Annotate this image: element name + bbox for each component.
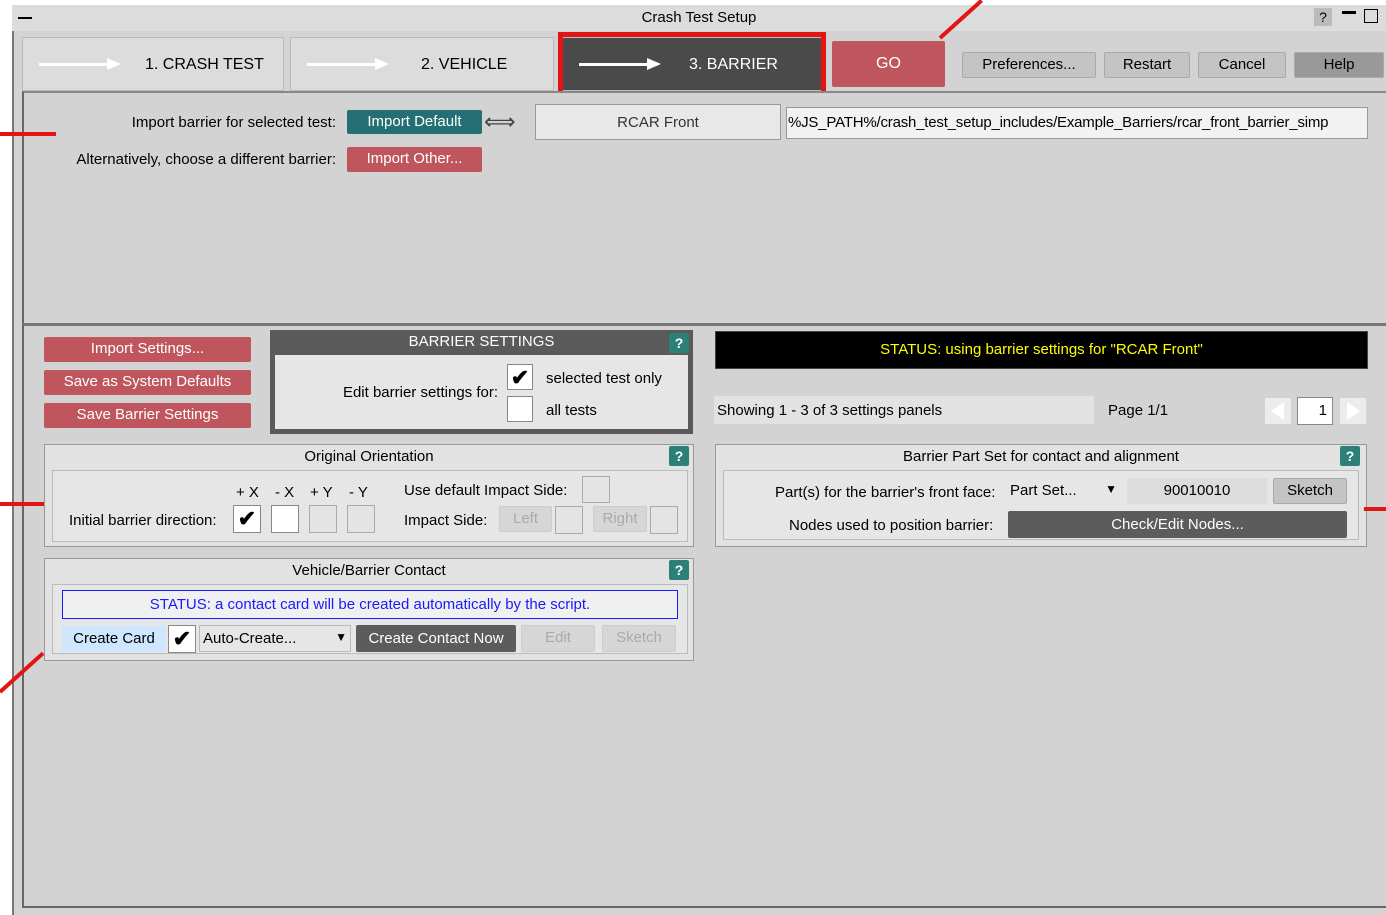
dir-label-nx: - X [275,484,295,501]
showing-panels-text: Showing 1 - 3 of 3 settings panels [717,402,943,419]
help-question-icon[interactable]: ? [1314,8,1332,26]
dir-py-checkbox[interactable] [309,505,337,533]
help-icon[interactable]: ? [1340,446,1360,466]
contact-edit-button[interactable]: Edit [521,625,595,652]
nodes-label: Nodes used to position barrier: [789,517,994,534]
right-checkbox[interactable] [650,506,678,534]
check-edit-nodes-button[interactable]: Check/Edit Nodes... [1008,511,1347,538]
right-button[interactable]: Right [593,506,647,532]
go-button[interactable]: GO [832,41,945,87]
restore-box-icon[interactable] [1363,9,1378,23]
contact-title: Vehicle/Barrier Contact [292,562,446,579]
dir-nx-checkbox[interactable] [271,505,299,533]
all-tests-checkbox[interactable] [507,396,533,422]
dropdown-arrow-icon: ▼ [1105,482,1117,496]
dir-label-px: + X [236,484,259,501]
callout-line [1364,507,1386,511]
barrier-path-field[interactable]: %JS_PATH%/crash_test_setup_includes/Exam… [786,107,1368,139]
tab-vehicle[interactable]: 2. VEHICLE [290,37,554,91]
edit-settings-label: Edit barrier settings for: [342,384,498,401]
orientation-title: Original Orientation [304,448,434,465]
import-selected-label: Import barrier for selected test: [131,114,336,131]
part-id-field[interactable]: 90010010 [1127,478,1267,504]
create-contact-now-button[interactable]: Create Contact Now [356,625,516,652]
tab-crash-test[interactable]: 1. CRASH TEST [22,37,284,91]
barrier-name-field[interactable]: RCAR Front [535,104,781,140]
next-page-icon[interactable] [1340,398,1366,424]
selected-test-label: selected test only [546,370,662,387]
initial-direction-label: Initial barrier direction: [69,512,217,529]
cancel-button[interactable]: Cancel [1198,52,1286,78]
page-label: Page 1/1 [1108,402,1169,419]
status-text: STATUS: using barrier settings for "RCAR… [880,341,1203,358]
use-default-side-label: Use default Impact Side: [404,482,568,499]
double-arrow-icon: ⟺ [484,109,516,134]
window-controls[interactable]: ? [1314,8,1386,28]
contact-sketch-button[interactable]: Sketch [602,625,676,652]
part-type-select[interactable]: Part Set... ▼ [1007,478,1122,504]
tab-label: 2. VEHICLE [421,56,508,73]
dir-label-ny: - Y [349,484,368,501]
save-barrier-settings-button[interactable]: Save Barrier Settings [44,403,251,428]
tab-label: 1. CRASH TEST [145,56,264,73]
use-default-side-checkbox[interactable] [582,476,610,503]
part-type-value: Part Set... [1010,482,1077,499]
front-face-label: Part(s) for the barrier's front face: [775,484,996,501]
all-tests-label: all tests [546,402,597,419]
help-button[interactable]: Help [1294,52,1384,78]
import-default-button[interactable]: Import Default [347,110,482,134]
callout-line [0,502,44,506]
import-alt-label: Alternatively, choose a different barrie… [76,151,336,168]
contact-status: STATUS: a contact card will be created a… [62,590,678,619]
page-input[interactable]: 1 [1297,397,1333,425]
create-card-checkbox[interactable]: ✔ [168,625,196,653]
arrow-right-icon [39,58,121,70]
left-button[interactable]: Left [499,506,552,532]
help-icon[interactable]: ? [669,446,689,466]
import-settings-button[interactable]: Import Settings... [44,337,251,362]
highlight-box [558,32,826,100]
arrow-right-icon [307,58,389,70]
help-icon[interactable]: ? [669,333,689,353]
help-icon[interactable]: ? [669,560,689,580]
dropdown-arrow-icon: ▼ [335,630,347,644]
save-system-defaults-button[interactable]: Save as System Defaults [44,370,251,395]
preferences-button[interactable]: Preferences... [962,52,1096,78]
dir-px-checkbox[interactable]: ✔ [233,505,261,533]
minimize-icon[interactable] [18,17,32,19]
part-set-title: Barrier Part Set for contact and alignme… [903,448,1179,465]
contact-mode-value: Auto-Create... [203,630,297,647]
selected-test-checkbox[interactable]: ✔ [507,364,533,390]
maximize-line-icon[interactable] [1341,11,1356,14]
import-other-button[interactable]: Import Other... [347,147,482,172]
dir-label-py: + Y [310,484,333,501]
window-title: Crash Test Setup [641,9,757,26]
create-card-label: Create Card [62,626,166,652]
part-sketch-button[interactable]: Sketch [1273,478,1347,504]
title-bar: Crash Test Setup [12,5,1386,31]
impact-side-label: Impact Side: [404,512,488,529]
left-checkbox[interactable] [555,506,583,534]
callout-line [0,132,56,136]
prev-page-icon[interactable] [1265,398,1291,424]
dir-ny-checkbox[interactable] [347,505,375,533]
restart-button[interactable]: Restart [1104,52,1190,78]
contact-mode-select[interactable]: Auto-Create... ▼ [199,625,351,652]
barrier-settings-title: BARRIER SETTINGS [408,333,555,350]
